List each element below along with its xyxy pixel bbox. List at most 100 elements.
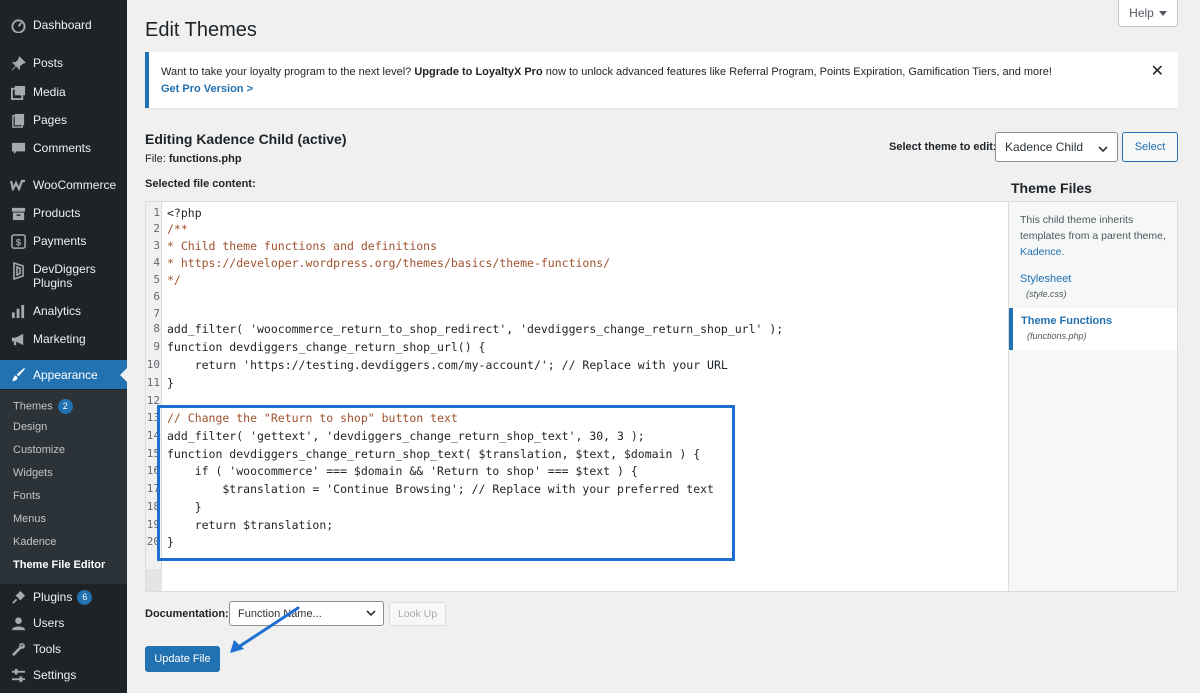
nav-plugins[interactable]: Plugins 6 (0, 589, 127, 605)
annotation-arrow-icon (230, 606, 300, 653)
code-text: * https://developer.wordpress.org/themes… (167, 256, 611, 270)
editing-title: Editing Kadence Child (active) (145, 131, 347, 147)
svg-text:$: $ (15, 237, 21, 247)
submenu-kadence[interactable]: Kadence (13, 536, 56, 549)
devdiggers-icon (10, 262, 26, 280)
woocommerce-icon (10, 177, 26, 193)
nav-devdiggers-label: DevDiggers (33, 262, 96, 276)
nav-appearance[interactable]: Appearance (0, 360, 127, 389)
line-number: 5 (153, 273, 160, 286)
theme-select[interactable]: Kadence Child (995, 132, 1118, 162)
update-file-button[interactable]: Update File (145, 646, 220, 672)
code-text: return 'https://testing.devdiggers.com/m… (167, 358, 728, 372)
nav-tools[interactable]: Tools (0, 641, 127, 657)
selected-file-content-label: Selected file content: (145, 178, 256, 190)
line-number: 6 (153, 290, 160, 303)
dashboard-icon (10, 17, 26, 33)
nav-comments[interactable]: Comments (0, 140, 127, 156)
theme-files-panel: This child theme inherits templates from… (1009, 201, 1178, 592)
nav-posts[interactable]: Posts (0, 55, 127, 71)
theme-files-desc-period: . (1061, 246, 1065, 258)
wrench-icon (10, 641, 26, 657)
submenu-theme-file-editor[interactable]: Theme File Editor (13, 559, 105, 572)
notice-text-bold: Upgrade to LoyaltyX Pro (414, 66, 543, 78)
settings-icon (10, 667, 26, 683)
theme-select-label: Select theme to edit: (889, 141, 997, 153)
admin-sidebar: Dashboard Posts Media Pages Comments Woo… (0, 0, 127, 693)
line-number: 8 (153, 322, 160, 335)
theme-files-title: Theme Files (1011, 180, 1092, 196)
code-highlight-box (157, 405, 735, 561)
megaphone-icon (10, 331, 26, 347)
code-text: add_filter( 'woocommerce_return_to_shop_… (167, 322, 784, 336)
theme-files-desc-text: This child theme inherits templates from… (1020, 214, 1166, 242)
dollar-icon: $ (10, 233, 26, 249)
code-text: function devdiggers_change_return_shop_u… (167, 340, 486, 354)
submenu-themes[interactable]: Themes 2 (13, 399, 73, 414)
notice-text: Want to take your loyalty program to the… (161, 66, 1052, 78)
code-text: /** (167, 222, 188, 236)
get-pro-link[interactable]: Get Pro Version > (161, 83, 253, 95)
media-icon (10, 84, 26, 100)
line-number: 2 (153, 222, 160, 235)
code-text: */ (167, 273, 181, 287)
chevron-down-icon (366, 608, 376, 620)
close-icon[interactable]: ✕ (1151, 64, 1164, 80)
appearance-submenu: Themes 2 Design Customize Widgets Fonts M… (0, 390, 127, 584)
upgrade-notice: Want to take your loyalty program to the… (145, 52, 1178, 108)
comment-icon (10, 140, 26, 156)
submenu-menus[interactable]: Menus (13, 513, 46, 526)
plugins-update-badge: 6 (77, 589, 93, 605)
nav-users[interactable]: Users (0, 615, 127, 631)
nav-media[interactable]: Media (0, 84, 127, 100)
submenu-widgets[interactable]: Widgets (13, 467, 53, 480)
select-theme-button[interactable]: Select (1122, 132, 1178, 162)
plug-icon (10, 589, 26, 605)
code-editor[interactable]: 1 <?php 2/** 3 * Child theme functions and… (145, 201, 1009, 592)
nav-analytics[interactable]: Analytics (0, 303, 127, 319)
code-text: * Child theme functions and definitions (167, 239, 438, 253)
notice-text-pre: Want to take your loyalty program to the… (161, 66, 415, 78)
theme-file-functions[interactable]: Theme Functions (functions.php) (1009, 308, 1177, 350)
pin-icon (10, 55, 26, 71)
line-number: 10 (146, 358, 160, 371)
look-up-button[interactable]: Look Up (389, 602, 446, 626)
nav-devdiggers-plugins[interactable]: DevDiggers Plugins (0, 262, 127, 292)
theme-files-description: This child theme inherits templates from… (1020, 212, 1170, 260)
brush-icon (10, 367, 26, 383)
nav-payments[interactable]: $ Payments (0, 233, 127, 249)
nav-settings[interactable]: Settings (0, 667, 127, 683)
theme-file-stylesheet[interactable]: Stylesheet (style.css) (1009, 273, 1177, 309)
submenu-design[interactable]: Design (13, 421, 47, 434)
nav-devdiggers-label2: Plugins (33, 276, 73, 290)
help-button[interactable]: Help (1118, 0, 1178, 27)
submenu-customize[interactable]: Customize (13, 444, 65, 457)
archive-icon (10, 205, 26, 221)
theme-file-name: Theme Functions (1021, 315, 1113, 327)
nav-marketing[interactable]: Marketing (0, 331, 127, 347)
line-number: 9 (153, 340, 160, 353)
gutter-scroll-area (146, 569, 162, 591)
documentation-label: Documentation: (145, 608, 229, 620)
nav-products[interactable]: Products (0, 205, 127, 221)
file-name: functions.php (168, 153, 242, 165)
notice-text-post: now to unlock advanced features like Ref… (542, 66, 1052, 78)
submenu-themes-label: Themes (13, 400, 53, 413)
code-text: } (167, 376, 174, 390)
page-title: Edit Themes (145, 19, 257, 41)
nav-woocommerce[interactable]: WooCommerce (0, 177, 127, 193)
file-label: File: functions.php (145, 153, 242, 165)
nav-pages[interactable]: Pages (0, 112, 127, 128)
bar-chart-icon (10, 303, 26, 319)
parent-theme-link[interactable]: Kadence (1020, 246, 1061, 258)
nav-dashboard[interactable]: Dashboard (0, 17, 127, 33)
help-label: Help (1129, 6, 1154, 20)
user-icon (10, 615, 26, 631)
submenu-fonts[interactable]: Fonts (13, 490, 41, 503)
caret-down-icon (1158, 6, 1167, 20)
themes-update-badge: 2 (57, 399, 73, 414)
theme-file-filename: (functions.php) (1027, 331, 1087, 341)
file-label-prefix: File: (145, 153, 169, 165)
line-number: 3 (153, 239, 160, 252)
theme-file-filename: (style.css) (1026, 289, 1067, 299)
